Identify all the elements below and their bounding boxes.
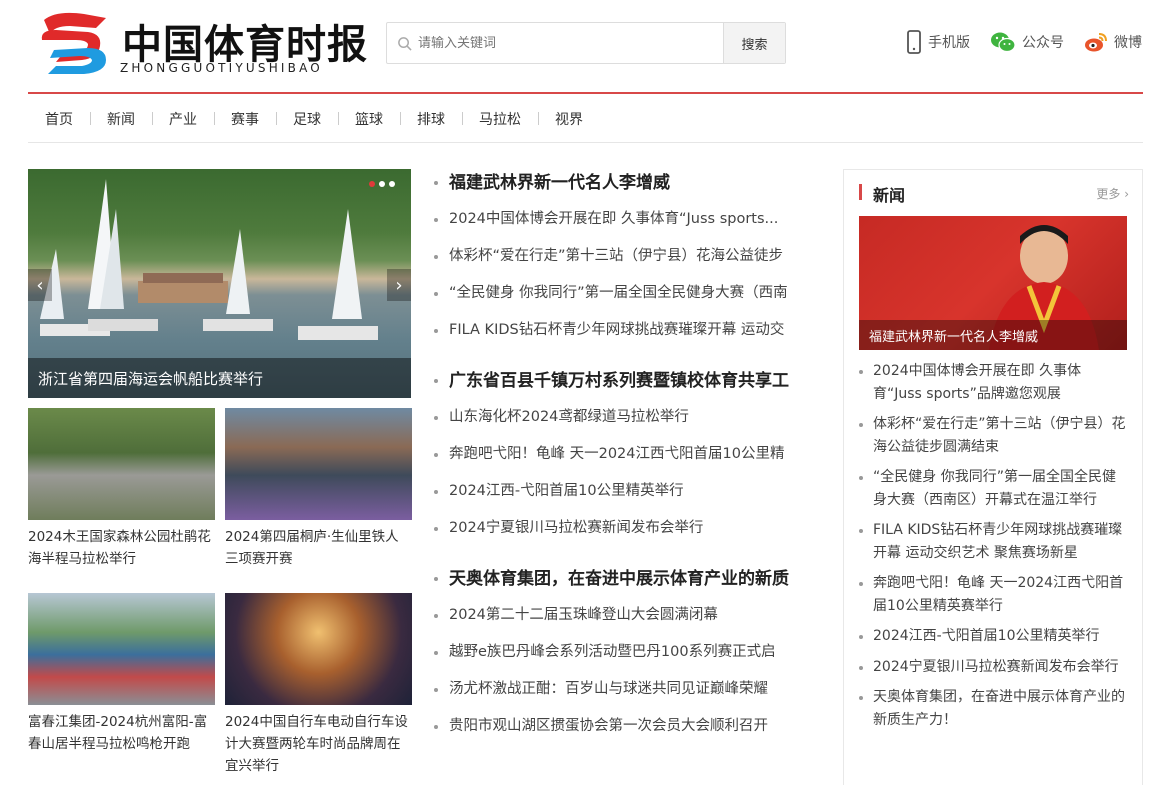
thumb-card[interactable]: 2024木王国家森林公园杜鹃花海半程马拉松举行 [28, 408, 215, 570]
nav-item-basketball[interactable]: 篮球 [338, 109, 400, 129]
top-links: 手机版 公众号 微博 [906, 30, 1142, 54]
search-icon [398, 36, 412, 51]
weibo-label: 微博 [1114, 35, 1142, 51]
news-item[interactable]: 2024宁夏银川马拉松赛新闻发布会举行 [434, 510, 824, 547]
news-sidebar: 新闻 更多 › 福建武林界新一代名人李增威 2024中国体博会开展在即 久事体育… [843, 169, 1143, 785]
sidebar-accent-bar [859, 184, 862, 200]
thumb-card[interactable]: 2024第四届桐庐·生仙里铁人三项赛开赛 [225, 408, 412, 570]
more-label: 更多 [1096, 187, 1121, 201]
wechat-label: 公众号 [1022, 35, 1064, 51]
news-item[interactable]: 2024江西-弋阳首届10公里精英举行 [434, 473, 824, 510]
news-item[interactable]: “全民健身 你我同行”第一届全国全民健身大赛（西南 [434, 275, 824, 312]
slider-dot[interactable] [379, 181, 385, 187]
thumb-image [225, 408, 412, 520]
slider-dot[interactable] [389, 181, 395, 187]
mobile-version-label: 手机版 [928, 35, 970, 51]
nav-item-events[interactable]: 赛事 [214, 109, 276, 129]
feature-caption: 福建武林界新一代名人李增威 [859, 320, 1127, 350]
thumb-title: 2024第四届桐庐·生仙里铁人三项赛开赛 [225, 529, 399, 567]
site-logo[interactable]: 中国体育时报 ZHONGGUOTIYUSHIBAO [36, 10, 376, 78]
news-item[interactable]: 越野e族巴丹峰会系列活动暨巴丹100系列赛正式启 [434, 634, 824, 671]
more-link[interactable]: 更多 › [1096, 185, 1129, 202]
sidebar-news-item[interactable]: 2024宁夏银川马拉松赛新闻发布会举行 [859, 656, 1129, 679]
thumb-title: 2024中国自行车电动自行车设计大赛暨两轮车时尚品牌周在宜兴举行 [225, 714, 408, 774]
chevron-left-icon[interactable]: ‹ [28, 269, 52, 301]
news-item[interactable]: 汤尤杯激战正酣：百岁山与球迷共同见证巅峰荣耀 [434, 671, 824, 708]
news-item[interactable]: 2024中国体博会开展在即 久事体育“Juss sports... [434, 201, 824, 238]
phone-icon [907, 30, 921, 54]
news-headline[interactable]: 天奥体育集团，在奋进中展示体育产业的新质 [434, 566, 824, 592]
news-item[interactable]: FILA KIDS钻石杯青少年网球挑战赛璀璨开幕 运动交 [434, 312, 824, 349]
sidebar-news-item[interactable]: 体彩杯“爱在行走”第十三站（伊宁县）花海公益徒步圆满结束 [859, 413, 1129, 458]
nav-item-home[interactable]: 首页 [28, 109, 90, 129]
nav-item-industry[interactable]: 产业 [152, 109, 214, 129]
sidebar-news-item[interactable]: 2024江西-弋阳首届10公里精英举行 [859, 625, 1129, 648]
news-block: 福建武林界新一代名人李增威 2024中国体博会开展在即 久事体育“Juss sp… [434, 170, 824, 349]
sidebar-news-item[interactable]: “全民健身 你我同行”第一届全国全民健身大赛（西南区）开幕式在温江举行 [859, 466, 1129, 511]
sidebar-news-item[interactable]: FILA KIDS钻石杯青少年网球挑战赛璀璨开幕 运动交织艺术 聚焦赛场新星 [859, 519, 1129, 564]
news-block: 天奥体育集团，在奋进中展示体育产业的新质 2024第二十二届玉珠峰登山大会圆满闭… [434, 566, 824, 745]
thumb-card[interactable]: 富春江集团-2024杭州富阳-富春山居半程马拉松鸣枪开跑 [28, 593, 215, 755]
sidebar-feature[interactable]: 福建武林界新一代名人李增威 [859, 216, 1127, 350]
wechat-link[interactable]: 公众号 [990, 30, 1064, 54]
news-block: 广东省百县千镇万村系列赛暨镇校体育共享工 山东海化杯2024鸢都绿道马拉松举行 … [434, 368, 824, 547]
thumb-image [28, 593, 215, 705]
slider-dot-active[interactable] [369, 181, 375, 187]
thumb-image [225, 593, 412, 705]
sidebar-news-item[interactable]: 天奥体育集团，在奋进中展示体育产业的新质生产力！ [859, 686, 1129, 731]
news-item[interactable]: 贵阳市观山湖区掼蛋协会第一次会员大会顺利召开 [434, 708, 824, 745]
nav-item-news[interactable]: 新闻 [90, 109, 152, 129]
thumb-card[interactable]: 2024中国自行车电动自行车设计大赛暨两轮车时尚品牌周在宜兴举行 [225, 593, 412, 777]
nav-item-vision[interactable]: 视界 [538, 109, 600, 129]
hero-slider[interactable]: ‹ › 浙江省第四届海运会帆船比赛举行 [28, 169, 411, 398]
news-item[interactable]: 山东海化杯2024鸢都绿道马拉松举行 [434, 399, 824, 436]
news-item[interactable]: 奔跑吧弋阳！龟峰 天一2024江西弋阳首届10公里精 [434, 436, 824, 473]
mobile-version-link[interactable]: 手机版 [906, 30, 970, 54]
weibo-icon [1085, 33, 1107, 52]
slider-dots [369, 181, 395, 187]
brand-subtitle: ZHONGGUOTIYUSHIBAO [120, 61, 323, 75]
sidebar-title: 新闻 [873, 186, 906, 205]
nav-item-volleyball[interactable]: 排球 [400, 109, 462, 129]
search-button[interactable]: 搜索 [723, 23, 785, 63]
hero-caption: 浙江省第四届海运会帆船比赛举行 [28, 358, 411, 398]
nav-item-football[interactable]: 足球 [276, 109, 338, 129]
sidebar-news-item[interactable]: 2024中国体博会开展在即 久事体育“Juss sports”品牌邀您观展 [859, 360, 1129, 405]
chevron-right-icon: › [1124, 187, 1129, 201]
news-headline[interactable]: 福建武林界新一代名人李增威 [434, 170, 824, 196]
news-headline[interactable]: 广东省百县千镇万村系列赛暨镇校体育共享工 [434, 368, 824, 394]
nav-item-marathon[interactable]: 马拉松 [462, 109, 538, 129]
chevron-right-icon[interactable]: › [387, 269, 411, 301]
sidebar-header: 新闻 更多 › [859, 182, 1129, 205]
thumb-title: 富春江集团-2024杭州富阳-富春山居半程马拉松鸣枪开跑 [28, 714, 208, 752]
headline-list: 福建武林界新一代名人李增威 2024中国体博会开展在即 久事体育“Juss sp… [434, 170, 824, 745]
search-field[interactable] [387, 23, 723, 63]
thumb-image [28, 408, 215, 520]
thumb-title: 2024木王国家森林公园杜鹃花海半程马拉松举行 [28, 529, 211, 567]
header-divider [28, 92, 1143, 94]
news-item[interactable]: 体彩杯“爱在行走”第十三站（伊宁县）花海公益徒步 [434, 238, 824, 275]
main-nav: 首页 新闻 产业 赛事 足球 篮球 排球 马拉松 视界 [28, 95, 1143, 143]
sidebar-news-list: 2024中国体博会开展在即 久事体育“Juss sports”品牌邀您观展 体彩… [859, 360, 1129, 739]
sidebar-news-item[interactable]: 奔跑吧弋阳！龟峰 天一2024江西弋阳首届10公里精英赛举行 [859, 572, 1129, 617]
weibo-link[interactable]: 微博 [1084, 30, 1142, 54]
search-bar: 搜索 [386, 22, 786, 64]
search-input[interactable] [418, 35, 698, 51]
news-item[interactable]: 2024第二十二届玉珠峰登山大会圆满闭幕 [434, 597, 824, 634]
wechat-icon [991, 32, 1016, 53]
logo-mark-icon [41, 12, 106, 74]
